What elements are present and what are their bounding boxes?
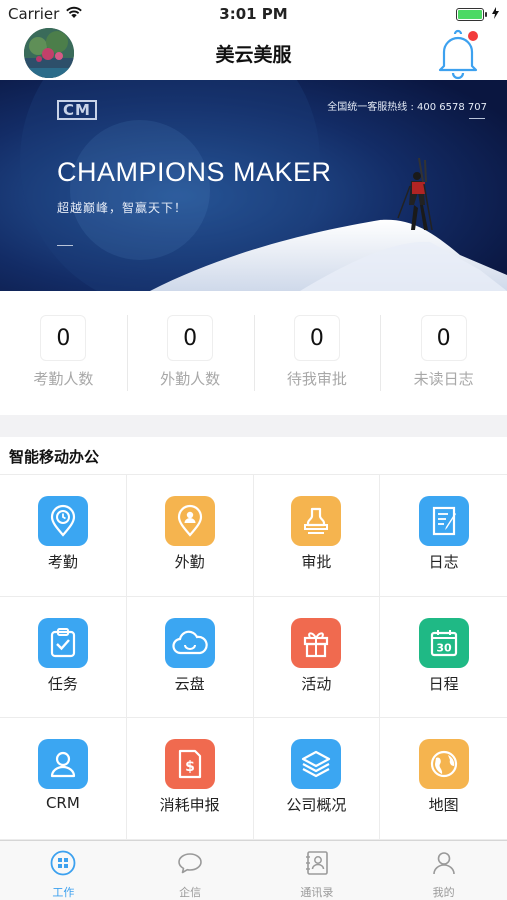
contacts-icon [304,850,330,880]
cloud-icon [164,617,215,668]
stat-unread-logs[interactable]: 0 未读日志 [380,291,507,415]
battery-icon [456,7,487,21]
status-right [456,5,499,23]
charging-icon [492,5,499,23]
app-label: 任务 [47,674,78,693]
app-label: 云盘 [174,674,205,693]
banner-hotline: 全国统一客服热线 : 400 6578 707 [327,102,487,113]
app-map[interactable]: 地图 [380,718,507,840]
app-attendance[interactable]: 考勤 [0,475,127,597]
stat-attendance[interactable]: 0 考勤人数 [0,291,127,415]
app-schedule[interactable]: 30 日程 [380,597,507,719]
person-pin-icon [164,496,215,546]
notebook-pen-icon [418,496,469,546]
app-label: 活动 [301,674,332,693]
app-label: 日志 [428,553,459,571]
stat-label: 未读日志 [413,370,474,388]
stat-field-work[interactable]: 0 外勤人数 [126,291,254,415]
app-label: CRM [45,794,80,813]
app-cloud-drive[interactable]: 云盘 [126,596,254,719]
app-label: 日程 [428,674,459,693]
app-label: 考勤 [47,553,78,571]
clock-pin-icon [37,496,88,546]
page-title: 美云美服 [215,44,292,66]
header: 美云美服 [0,28,507,80]
app-approval[interactable]: 审批 [253,475,381,597]
clipboard-check-icon [37,617,88,668]
profile-icon [431,850,457,880]
app-label: 公司概况 [286,796,347,815]
layers-icon [291,739,342,790]
stat-label: 考勤人数 [33,370,94,388]
app-company-overview[interactable]: 公司概况 [253,718,381,840]
app-label: 消耗申报 [159,796,220,815]
user-icon [37,739,88,790]
app-expense-report[interactable]: $ 消耗申报 [126,718,254,840]
app-label: 审批 [301,553,332,571]
globe-icon [418,739,469,790]
banner-logo: CM [57,100,97,120]
tab-label: 我的 [432,886,455,899]
status-left: Carrier [8,5,83,23]
notification-bell-icon[interactable] [434,28,482,80]
status-bar: Carrier 3:01 PM [0,0,507,28]
app-label: 地图 [428,796,459,815]
stats-row: 0 考勤人数 0 外勤人数 0 待我审批 0 未读日志 [0,291,507,415]
stat-pending-approval[interactable]: 0 待我审批 [253,291,381,415]
app-label: 外勤 [174,553,205,571]
app-activities[interactable]: 活动 [253,596,381,719]
stat-value: 0 [167,315,214,361]
section-separator [0,415,507,437]
svg-text:30: 30 [436,641,452,654]
stat-label: 待我审批 [286,370,347,388]
gift-icon [291,617,342,668]
app-crm[interactable]: CRM [0,718,127,840]
tab-work[interactable]: 工作 [0,841,127,900]
apps-grid: 考勤 外勤 审批 日志 任务 云盘 活动 30 日程 CRM $ 消耗申报 公司… [0,475,507,840]
stat-value: 0 [40,315,87,361]
stamp-icon [291,496,342,546]
carrier-label: Carrier [8,5,60,23]
banner-heading: CHAMPIONS MAKER [57,157,332,187]
banner-divider-top [469,118,485,119]
app-log[interactable]: 日志 [380,475,507,597]
tab-label: 企信 [179,886,202,899]
app-tasks[interactable]: 任务 [0,596,127,719]
app-field-work[interactable]: 外勤 [126,475,254,597]
tab-label: 通讯录 [300,886,334,899]
tab-label: 工作 [52,886,75,899]
calendar-icon: 30 [418,617,469,668]
stat-label: 外勤人数 [160,370,221,388]
dollar-doc-icon: $ [164,739,215,790]
tab-profile[interactable]: 我的 [380,841,507,900]
tab-bar: 工作 企信 通讯录 我的 [0,840,507,900]
tab-contacts[interactable]: 通讯录 [254,841,381,900]
section-title: 智能移动办公 [0,437,507,475]
notification-badge [468,31,478,41]
grid-icon [50,850,76,880]
stat-value: 0 [293,315,340,361]
svg-text:$: $ [185,759,195,775]
banner-slogan: 超越巅峰，智赢天下！ [57,201,188,215]
banner-divider-bottom [57,245,73,246]
banner[interactable]: CM 全国统一客服热线 : 400 6578 707 CHAMPIONS MAK… [0,80,507,291]
chat-icon [177,850,203,880]
wifi-icon [65,5,83,23]
tab-messages[interactable]: 企信 [127,841,254,900]
stat-value: 0 [420,315,467,361]
